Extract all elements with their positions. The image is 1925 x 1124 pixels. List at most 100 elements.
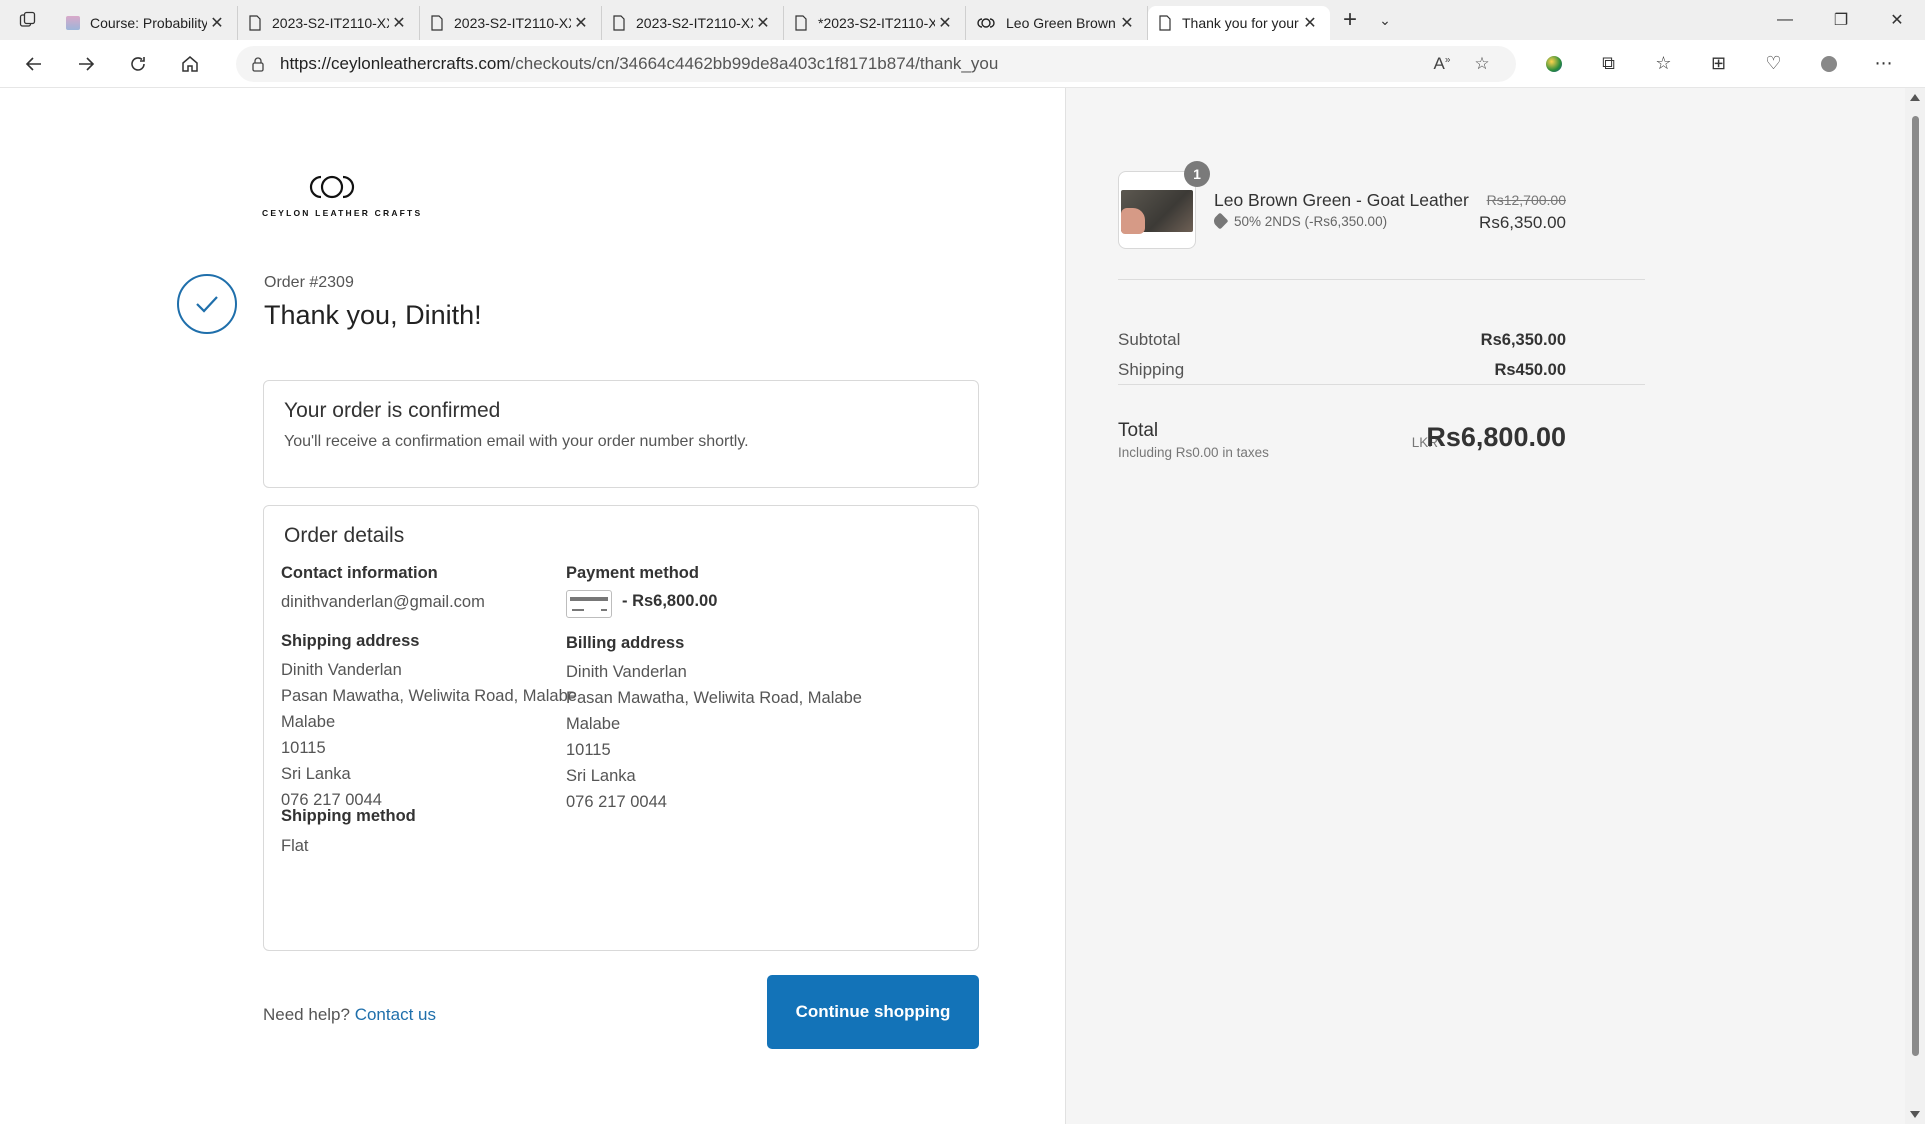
price-discounted: Rs6,350.00 [1479,213,1566,232]
product-image-hand [1121,208,1145,234]
collections-icon[interactable]: ⊞ [1691,40,1746,88]
help-text: Need help? Contact us [263,1005,436,1025]
forward-button[interactable] [60,40,112,88]
document-icon [1159,15,1171,31]
close-icon[interactable]: ✕ [389,13,409,33]
browser-tab[interactable]: 2023-S2-IT2110-XXX- ✕ [602,6,784,40]
read-aloud-icon[interactable]: A» [1422,54,1462,74]
check-icon [196,296,218,313]
tab-title: *2023-S2-IT2110-XXX- [818,15,935,31]
tab-title: Course: Probability & [90,15,207,31]
page-title: Thank you, Dinith! [264,300,482,330]
ceylon-logo-icon [977,18,995,28]
close-icon[interactable]: ✕ [1117,13,1137,33]
url-host: https://ceylonleathercrafts.com [280,53,511,73]
browser-tab[interactable]: *2023-S2-IT2110-XXX- ✕ [784,6,966,40]
refresh-icon [131,56,145,71]
divider [1118,279,1645,280]
order-confirmed-card: Your order is confirmed You'll receive a… [263,380,979,488]
address-line: Pasan Mawatha, Weliwita Road, Malabe [566,689,862,707]
address-line: 10115 [566,741,611,759]
url-field[interactable]: https://ceylonleathercrafts.com/checkout… [236,45,1516,82]
contact-us-link[interactable]: Contact us [355,1005,436,1024]
refresh-button[interactable] [112,40,164,88]
browser-tab[interactable]: Course: Probability & ✕ [56,6,238,40]
arrow-right-icon [79,56,95,71]
document-icon [795,15,807,31]
address-line: 076 217 0044 [566,793,667,811]
address-line: Dinith Vanderlan [566,663,687,681]
order-details-card: Order details Contact information dinith… [263,505,979,951]
course-icon [66,16,80,30]
address-line: Pasan Mawatha, Weliwita Road, Malabe [281,687,577,705]
tab-title: 2023-S2-IT2110-XXX- [272,15,389,31]
home-button[interactable] [164,40,216,88]
subtotal-label: Subtotal [1118,330,1181,349]
divider [1118,384,1645,385]
close-icon[interactable]: ✕ [935,13,955,33]
document-icon [249,15,261,31]
browser-toolbar: ⧉ ☆ ⊞ ♡ ⋯ [1526,40,1911,88]
new-tab-button[interactable]: + [1330,6,1370,34]
billing-address: Dinith Vanderlan Pasan Mawatha, Weliwita… [566,659,862,815]
scroll-down-arrow[interactable] [1910,1111,1920,1118]
browser-tab[interactable]: 2023-S2-IT2110-XXX- ✕ [238,6,420,40]
ceylon-logo-icon [309,175,355,199]
card-title: Order details [284,524,405,547]
home-icon [182,55,198,72]
workspaces-icon [19,11,36,27]
total-value: Rs6,800.00 [1426,422,1566,452]
close-icon[interactable]: ✕ [571,13,591,33]
shipping-method-heading: Shipping method [281,807,416,825]
main-column: CEYLON LEATHER CRAFTS Order #2309 Thank … [5,88,1065,1124]
document-icon [431,15,443,31]
order-number: Order #2309 [264,274,354,291]
tab-title: Leo Green Brown - G [1006,15,1117,31]
close-icon[interactable]: ✕ [753,13,773,33]
page-scrollbar[interactable] [1905,88,1925,1124]
back-button[interactable] [8,40,60,88]
contact-email: dinithvanderlan@gmail.com [281,593,485,611]
scroll-up-arrow[interactable] [1910,94,1920,101]
chevron-down-icon[interactable]: ⌄ [1370,12,1400,29]
scrollbar-thumb[interactable] [1912,116,1919,1056]
tab-actions-button[interactable] [0,0,56,40]
product-thumbnail: 1 [1118,161,1210,249]
address-line: 10115 [281,739,326,757]
shipping-value: Rs450.00 [1494,361,1566,379]
extension-globe-icon[interactable] [1526,40,1581,88]
browser-tab[interactable]: Leo Green Brown - G ✕ [966,6,1148,40]
address-line: Malabe [566,715,621,733]
browser-essentials-icon[interactable]: ♡ [1746,40,1801,88]
favorites-icon[interactable]: ☆ [1636,40,1691,88]
browser-tab-active[interactable]: Thank you for your p ✕ [1148,6,1330,40]
minimize-button[interactable]: — [1757,0,1813,40]
continue-shopping-button[interactable]: Continue shopping [767,975,979,1049]
close-window-button[interactable]: ✕ [1869,0,1925,40]
shipping-address-heading: Shipping address [281,632,420,650]
taxes-note: Including Rs0.00 in taxes [1118,445,1269,460]
tab-title: 2023-S2-IT2110-XXX- [636,15,753,31]
help-label: Need help? [263,1005,350,1024]
more-menu-icon[interactable]: ⋯ [1856,40,1911,88]
payment-method-heading: Payment method [566,564,699,582]
browser-tab-bar: Course: Probability & ✕ 2023-S2-IT2110-X… [0,0,1925,40]
extensions-puzzle-icon[interactable]: ⧉ [1581,40,1636,88]
store-logo[interactable]: CEYLON LEATHER CRAFTS [262,173,420,218]
document-icon [613,15,625,31]
url-path: /checkouts/cn/34664c4462bb99de8a403c1f81… [510,53,999,73]
close-icon[interactable]: ✕ [207,13,227,33]
url-text: https://ceylonleathercrafts.com/checkout… [280,54,1422,74]
shipping-method-value: Flat [281,837,309,855]
shipping-label: Shipping [1118,360,1185,379]
close-icon[interactable]: ✕ [1300,13,1320,33]
checkout-page: CEYLON LEATHER CRAFTS Order #2309 Thank … [5,88,1906,1124]
browser-tab[interactable]: 2023-S2-IT2110-XXX- ✕ [420,6,602,40]
tag-icon [1211,212,1229,230]
total-label: Total [1118,420,1159,441]
card-text: You'll receive a confirmation email with… [284,433,749,450]
restore-button[interactable]: ❐ [1813,0,1869,40]
favorite-star-icon[interactable]: ☆ [1462,54,1502,74]
contact-heading: Contact information [281,564,438,582]
profile-avatar-icon[interactable] [1801,40,1856,88]
